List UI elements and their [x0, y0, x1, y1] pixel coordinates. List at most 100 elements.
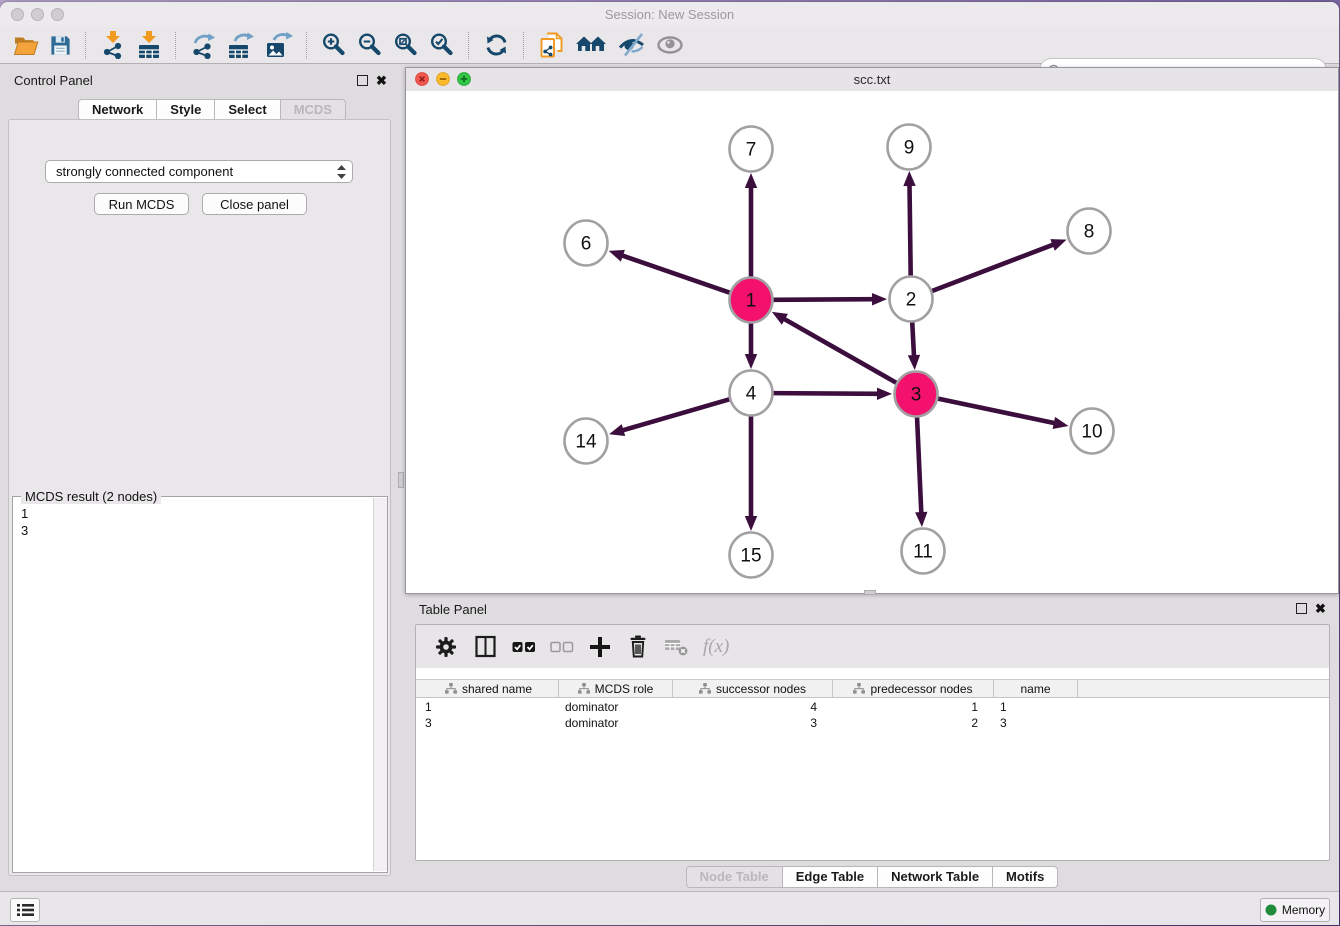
home-layout-icon[interactable]: [575, 30, 607, 60]
graph-node-4[interactable]: 4: [730, 371, 773, 416]
clone-network-icon[interactable]: [538, 30, 565, 60]
graph-edge-2-3[interactable]: [912, 321, 914, 357]
save-session-icon[interactable]: [49, 30, 72, 60]
network-canvas[interactable]: 7 9 6 8 1 2 4 3 14 10 15 11: [406, 91, 1338, 593]
memory-button[interactable]: Memory: [1260, 898, 1330, 922]
graph-edge-arrowhead: [609, 424, 625, 436]
refresh-view-icon[interactable]: [483, 30, 510, 60]
tab-mcds[interactable]: MCDS: [281, 99, 346, 121]
import-table-icon[interactable]: [136, 30, 162, 60]
table-splitter-handle[interactable]: [864, 590, 876, 595]
table-tabs: Node TableEdge TableNetwork TableMotifs: [405, 866, 1339, 888]
run-mcds-button[interactable]: Run MCDS: [94, 193, 189, 215]
graph-edge-4-3[interactable]: [773, 393, 879, 394]
zoom-out-icon[interactable]: [357, 30, 383, 60]
float-panel-icon[interactable]: [357, 75, 368, 86]
graph-node-2[interactable]: 2: [890, 277, 933, 322]
tab-network-table[interactable]: Network Table: [878, 866, 993, 888]
panel-splitter-handle[interactable]: [398, 472, 404, 488]
graph-node-1[interactable]: 1: [730, 278, 773, 323]
tab-style[interactable]: Style: [157, 99, 215, 121]
column-header-predecessor-nodes[interactable]: predecessor nodes: [833, 680, 994, 697]
add-entry-icon[interactable]: [588, 632, 612, 662]
show-all-icon[interactable]: [656, 30, 684, 60]
open-session-icon[interactable]: [13, 30, 39, 60]
select-all-icon[interactable]: [512, 632, 536, 662]
function-builder-icon[interactable]: f(x): [703, 632, 729, 662]
graph-node-11[interactable]: 11: [902, 529, 945, 574]
toolbar-separator: [175, 32, 177, 59]
delete-table-icon[interactable]: [664, 632, 689, 662]
network-frame-titlebar[interactable]: scc.txt: [406, 68, 1338, 92]
graph-edge-1-6[interactable]: [621, 255, 730, 293]
task-history-button[interactable]: [10, 898, 40, 922]
list-icon: [17, 903, 34, 917]
table-cell: 3: [673, 715, 833, 731]
close-panel-icon[interactable]: ✖: [376, 76, 387, 85]
export-image-icon[interactable]: [265, 30, 293, 60]
graph-node-15[interactable]: 15: [730, 533, 773, 578]
tab-edge-table[interactable]: Edge Table: [783, 866, 878, 888]
graph-edge-2-8[interactable]: [932, 244, 1054, 291]
column-header-shared-name[interactable]: shared name: [419, 680, 559, 697]
table-cell: 1: [994, 699, 1078, 715]
column-type-icon: [445, 683, 457, 694]
table-cell: 4: [673, 699, 833, 715]
criterion-select[interactable]: strongly connected component: [45, 160, 353, 183]
graph-node-8[interactable]: 8: [1068, 209, 1111, 254]
delete-entry-icon[interactable]: [626, 632, 650, 662]
tab-node-table[interactable]: Node Table: [686, 866, 783, 888]
toolbar-separator: [306, 32, 308, 59]
graph-edge-3-10[interactable]: [938, 399, 1056, 424]
table-settings-icon[interactable]: [433, 632, 459, 662]
tab-select[interactable]: Select: [215, 99, 280, 121]
graph-edge-3-1[interactable]: [783, 318, 896, 383]
toolbar-separator: [85, 32, 87, 59]
zoom-selected-icon[interactable]: [429, 30, 455, 60]
close-panel-button[interactable]: Close panel: [202, 193, 307, 215]
mcds-result-list[interactable]: 13: [13, 503, 373, 872]
column-header-name[interactable]: name: [994, 680, 1078, 697]
node-label: 8: [1084, 222, 1095, 243]
table-cell: 3: [419, 715, 559, 731]
node-label: 3: [911, 385, 922, 406]
result-scrollbar[interactable]: [373, 498, 387, 871]
node-label: 9: [904, 138, 915, 159]
graph-node-14[interactable]: 14: [565, 419, 608, 464]
graph-edge-arrowhead: [903, 171, 915, 186]
graph-node-10[interactable]: 10: [1071, 409, 1114, 454]
column-header-label: name: [1020, 682, 1050, 696]
graph-edge-3-11[interactable]: [917, 416, 921, 514]
tab-network[interactable]: Network: [78, 99, 157, 121]
close-table-panel-icon[interactable]: ✖: [1315, 604, 1326, 613]
tab-motifs[interactable]: Motifs: [993, 866, 1058, 888]
graph-node-9[interactable]: 9: [888, 125, 931, 170]
zoom-in-icon[interactable]: [321, 30, 347, 60]
table-row[interactable]: 1dominator411: [416, 699, 1329, 715]
table-body: 1dominator4113dominator323: [416, 699, 1329, 731]
split-panel-icon[interactable]: [473, 632, 498, 662]
deselect-all-icon[interactable]: [550, 632, 574, 662]
graph-node-3[interactable]: 3: [895, 372, 938, 417]
graph-edge-4-14[interactable]: [622, 399, 730, 430]
node-label: 10: [1081, 422, 1102, 443]
zoom-fit-icon[interactable]: [393, 30, 419, 60]
export-table-icon[interactable]: [227, 30, 255, 60]
column-type-icon: [853, 683, 865, 694]
column-header-successor-nodes[interactable]: successor nodes: [673, 680, 833, 697]
table-row[interactable]: 3dominator323: [416, 715, 1329, 731]
graph-edge-1-2[interactable]: [773, 299, 874, 300]
hide-selected-icon[interactable]: [617, 30, 646, 60]
table-cell: 2: [833, 715, 994, 731]
graph-node-7[interactable]: 7: [730, 127, 773, 172]
column-header-mcds-role[interactable]: MCDS role: [559, 680, 673, 697]
status-bar: Memory: [0, 891, 1339, 925]
float-table-panel-icon[interactable]: [1296, 603, 1307, 614]
import-network-icon[interactable]: [100, 30, 126, 60]
app-window: Session: New Session: [0, 2, 1339, 925]
node-table-container: f(x) shared nameMCDS rolesuccessor nodes…: [415, 624, 1330, 861]
graph-edge-2-9[interactable]: [909, 184, 910, 277]
export-network-icon[interactable]: [190, 30, 217, 60]
table-cell: dominator: [559, 715, 673, 731]
graph-node-6[interactable]: 6: [565, 221, 608, 266]
